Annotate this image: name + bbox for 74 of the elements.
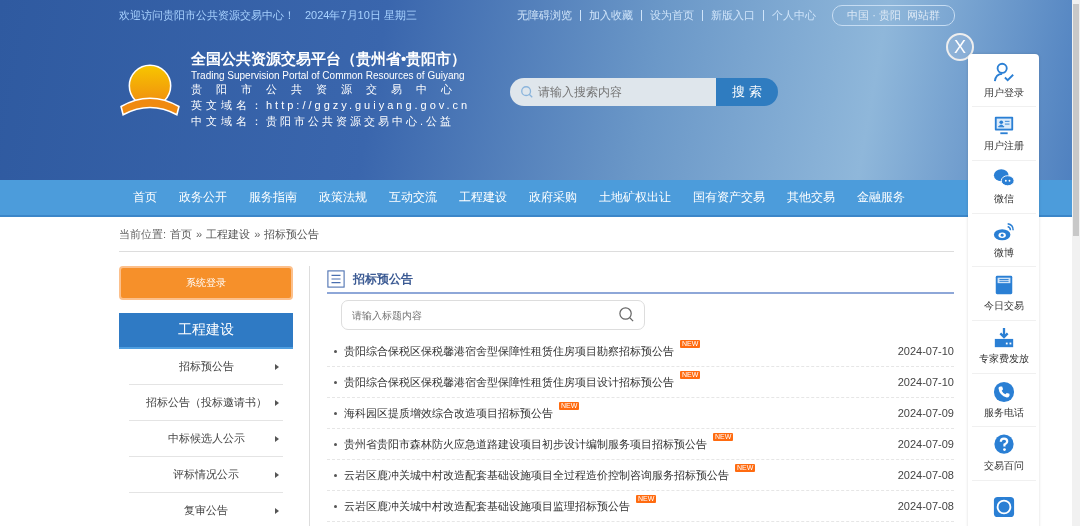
breadcrumb-label: 当前位置: — [119, 226, 167, 242]
content-title: 招标预公告 — [353, 270, 413, 288]
portal-subtitle: Trading Supervision Portal of Common Resources of Guiyang — [191, 70, 466, 81]
triangle-icon — [275, 507, 279, 514]
list-icon — [327, 270, 345, 288]
float-label: 服务电话 — [983, 405, 1024, 420]
breadcrumb-link[interactable]: 工程建设 — [206, 226, 251, 242]
menu-item[interactable]: 招标预公告 — [129, 349, 283, 385]
notice-date: 2024-07-09 — [897, 438, 954, 450]
notice-link[interactable]: 海科园区提质增效综合改造项目招标预公告 — [344, 405, 553, 421]
float-link[interactable]: 用户登录 — [971, 54, 1036, 108]
date-text: 2024年7月10日 星期三 — [305, 7, 417, 23]
menu-item[interactable]: 评标情况公示 — [129, 457, 283, 493]
bullet-icon — [334, 380, 337, 384]
bullet-icon — [334, 504, 337, 508]
breadcrumb-separator: » — [196, 228, 203, 240]
notice-link[interactable]: 云岩区鹿冲关城中村改造配套基础设施项目全过程造价控制咨询服务招标预公告 — [344, 467, 729, 483]
notice-link[interactable]: 贵阳综合保税区保税馨港宿舍型保障性租赁住房项目设计招标预公告 — [344, 374, 674, 390]
float-link[interactable]: 微博 — [971, 214, 1036, 268]
center-name: 贵阳市公共资源交易中心 — [191, 82, 467, 97]
notice-date: 2024-07-08 — [897, 500, 954, 512]
menu-item[interactable]: 中标候选人公示 — [129, 421, 283, 457]
question-icon — [992, 433, 1015, 456]
float-link[interactable]: 专家费发放 — [971, 320, 1036, 374]
breadcrumb-link[interactable]: 招标预公告 — [264, 226, 320, 242]
bullet-icon — [334, 473, 337, 477]
float-label: 微信 — [993, 192, 1014, 207]
search-field[interactable]: 请输入搜索内容 — [510, 78, 717, 106]
monitor-card-icon — [992, 114, 1015, 136]
float-link[interactable]: 微信 — [971, 160, 1036, 214]
phone-icon — [992, 380, 1015, 403]
domain-text: 贵阳市公共资源交易中心.公益 — [266, 115, 455, 127]
float-label: 用户注册 — [983, 139, 1024, 153]
search-icon — [618, 306, 635, 323]
bullet-icon — [334, 442, 337, 446]
domain-label: 中文域名： — [191, 115, 266, 127]
menu-item[interactable]: 复审公告 — [129, 493, 283, 526]
triangle-icon — [275, 399, 279, 406]
notice-date: 2024-07-08 — [897, 469, 954, 481]
float-link[interactable]: 服务电话 — [971, 373, 1036, 428]
notice-link[interactable]: 云岩区鹿冲关城中村改造配套基础设施项目监理招标预公告 — [344, 498, 630, 514]
breadcrumb-link[interactable]: 首页 — [170, 226, 193, 242]
portal-title: 全国公共资源交易平台（贵州省•贵阳市） — [191, 50, 468, 69]
notice-date: 2024-07-10 — [897, 345, 954, 357]
menu-item[interactable]: 招标公告（投标邀请书） — [129, 385, 283, 421]
notice-date: 2024-07-10 — [897, 376, 954, 388]
float-label: 微博 — [993, 245, 1014, 260]
notice-link[interactable]: 贵阳综合保税区保税馨港宿舍型保障性租赁住房项目勘察招标预公告 — [344, 343, 674, 359]
round-badge-icon — [992, 495, 1015, 518]
float-link[interactable]: 今日交易 — [971, 267, 1036, 321]
section-title: 工程建设 — [119, 313, 293, 349]
title-search-field[interactable]: 请输入标题内容 — [341, 300, 645, 330]
float-link[interactable]: 交易百问 — [971, 427, 1036, 481]
triangle-icon — [275, 435, 279, 442]
bullet-icon — [334, 349, 337, 353]
domain-text: http://ggzy.guiyang.gov.cn — [266, 99, 471, 111]
search-icon — [520, 85, 535, 99]
float-label: 今日交易 — [983, 298, 1024, 313]
float-link[interactable]: 用户注册 — [971, 107, 1036, 161]
user-check-icon — [992, 60, 1015, 83]
float-label: 交易百问 — [983, 458, 1024, 473]
download-icon — [992, 327, 1015, 350]
eye-swirl-icon — [992, 220, 1015, 243]
bullet-icon — [334, 411, 337, 415]
search-button[interactable]: 搜 索 — [716, 78, 779, 106]
domain-label: 英文域名： — [191, 99, 266, 111]
notice-link[interactable]: 贵州省贵阳市森林防火应急道路建设项目初步设计编制服务项目招标预公告 — [344, 436, 707, 452]
notice-date: 2024-07-09 — [897, 407, 954, 419]
breadcrumb-separator: » — [254, 228, 261, 240]
float-label: 专家费发放 — [978, 352, 1029, 367]
float-label: 用户登录 — [983, 85, 1024, 100]
welcome-text: 欢迎访问贵阳市公共资源交易中心！ — [119, 7, 295, 23]
triangle-icon — [275, 471, 279, 478]
triangle-icon — [275, 363, 279, 370]
